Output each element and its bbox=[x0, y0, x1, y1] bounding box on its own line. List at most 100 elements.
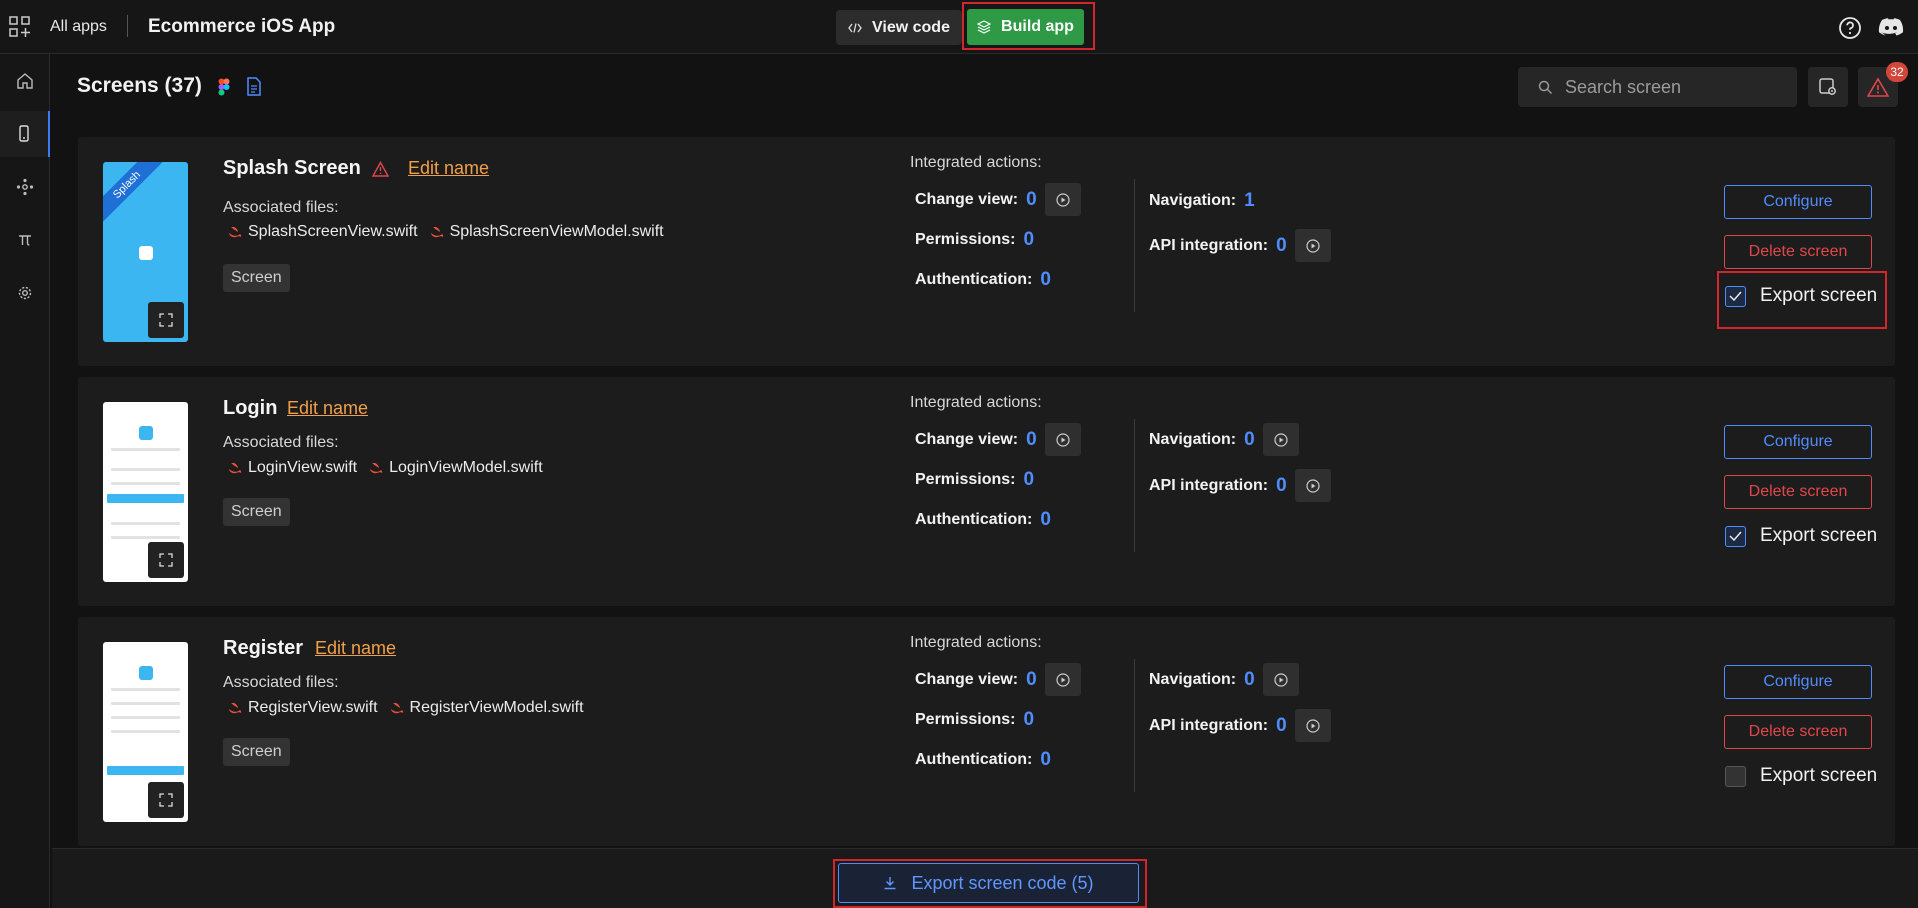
play-icon bbox=[1056, 672, 1070, 687]
file-item[interactable]: RegisterViewModel.swift bbox=[390, 699, 584, 717]
swift-icon bbox=[229, 463, 242, 474]
navigation-count: 0 bbox=[1244, 668, 1255, 690]
configure-button[interactable]: Configure bbox=[1724, 425, 1872, 459]
change-view-label: Change view: bbox=[915, 670, 1019, 688]
placeholder-line bbox=[111, 448, 180, 451]
file-item[interactable]: RegisterView.swift bbox=[228, 699, 378, 717]
view-code-button[interactable]: View code bbox=[836, 10, 962, 45]
app-logo bbox=[139, 666, 153, 680]
change-view-count: 0 bbox=[1026, 188, 1037, 210]
file-list: RegisterView.swift RegisterViewModel.swi… bbox=[228, 699, 584, 717]
associated-files-label: Associated files: bbox=[223, 199, 339, 216]
permissions-count: 0 bbox=[1023, 229, 1035, 250]
navigation-play-button[interactable] bbox=[1262, 663, 1299, 696]
permissions-label: Permissions: bbox=[915, 711, 1016, 728]
authentication-count: 0 bbox=[1040, 509, 1051, 530]
layers-icon bbox=[977, 20, 992, 34]
sidebar-item-components[interactable] bbox=[0, 164, 50, 210]
sidebar-item-pi[interactable] bbox=[0, 217, 50, 263]
expand-button[interactable] bbox=[148, 542, 184, 578]
sidebar bbox=[0, 54, 50, 908]
code-icon bbox=[848, 22, 862, 33]
file-list: LoginView.swift LoginViewModel.swift bbox=[228, 459, 543, 477]
screen-type-tag: Screen bbox=[223, 738, 290, 766]
change-view-label: Change view: bbox=[915, 190, 1019, 208]
change-view-count: 0 bbox=[1026, 668, 1037, 690]
change-view-play-button[interactable] bbox=[1044, 663, 1081, 696]
api-integration-label: API integration: bbox=[1149, 236, 1269, 254]
api-integration-label: API integration: bbox=[1149, 716, 1269, 734]
divider bbox=[127, 15, 128, 37]
settings-icon bbox=[1819, 78, 1836, 95]
swift-icon bbox=[430, 227, 443, 238]
authentication-action: Authentication: 0 bbox=[915, 509, 1051, 531]
sidebar-item-home[interactable] bbox=[0, 58, 50, 104]
app-logo bbox=[139, 246, 153, 260]
screen-thumbnail[interactable] bbox=[103, 402, 188, 582]
expand-button[interactable] bbox=[148, 302, 184, 338]
file-item[interactable]: SplashScreenView.swift bbox=[228, 223, 418, 241]
export-screen-code-button[interactable]: Export screen code (5) bbox=[838, 863, 1139, 903]
configure-button[interactable]: Configure bbox=[1724, 665, 1872, 699]
edit-name-link[interactable]: Edit name bbox=[315, 638, 396, 659]
change-view-action: Change view: 0 bbox=[915, 663, 1081, 696]
check-icon bbox=[1729, 531, 1742, 541]
file-name: LoginViewModel.swift bbox=[389, 459, 543, 476]
export-screen-option[interactable]: Export screen bbox=[1725, 525, 1877, 547]
sidebar-item-settings[interactable] bbox=[0, 270, 50, 316]
delete-screen-button[interactable]: Delete screen bbox=[1724, 475, 1872, 509]
search-input[interactable] bbox=[1565, 76, 1785, 98]
export-checkbox[interactable] bbox=[1725, 525, 1746, 547]
screen-settings-button[interactable] bbox=[1808, 67, 1848, 107]
change-view-play-button[interactable] bbox=[1044, 183, 1081, 216]
file-name: SplashScreenView.swift bbox=[248, 223, 418, 240]
download-icon bbox=[884, 877, 896, 890]
change-view-play-button[interactable] bbox=[1044, 423, 1081, 456]
integrated-actions-label: Integrated actions: bbox=[910, 154, 1042, 171]
screen-type-tag: Screen bbox=[223, 264, 290, 292]
delete-screen-button[interactable]: Delete screen bbox=[1724, 715, 1872, 749]
api-integration-play-button[interactable] bbox=[1294, 709, 1331, 742]
screen-name: Splash Screen bbox=[223, 157, 361, 179]
edit-name-link[interactable]: Edit name bbox=[408, 158, 489, 179]
file-item[interactable]: SplashScreenViewModel.swift bbox=[430, 223, 664, 241]
divider bbox=[1134, 179, 1135, 312]
sidebar-item-screens[interactable] bbox=[0, 111, 50, 157]
all-apps-link[interactable]: All apps bbox=[50, 18, 107, 36]
expand-icon bbox=[159, 313, 173, 327]
screen-type-tag: Screen bbox=[223, 498, 290, 526]
api-integration-label: API integration: bbox=[1149, 476, 1269, 494]
pi-icon bbox=[19, 235, 31, 246]
change-view-count: 0 bbox=[1026, 428, 1037, 450]
api-integration-play-button[interactable] bbox=[1294, 229, 1331, 262]
export-screen-option[interactable]: Export screen bbox=[1725, 765, 1877, 787]
discord-icon[interactable] bbox=[1877, 16, 1905, 40]
api-integration-play-button[interactable] bbox=[1294, 469, 1331, 502]
figma-icon[interactable] bbox=[218, 78, 230, 96]
permissions-action: Permissions: 0 bbox=[915, 229, 1034, 251]
change-view-action: Change view: 0 bbox=[915, 423, 1081, 456]
navigation-play-button[interactable] bbox=[1262, 423, 1299, 456]
swift-icon bbox=[390, 703, 403, 714]
navigation-action: Navigation: 1 bbox=[1149, 190, 1255, 212]
file-item[interactable]: LoginViewModel.swift bbox=[369, 459, 543, 477]
expand-icon bbox=[159, 553, 173, 567]
app-title: Ecommerce iOS App bbox=[148, 16, 336, 37]
configure-button[interactable]: Configure bbox=[1724, 185, 1872, 219]
permissions-label: Permissions: bbox=[915, 231, 1016, 248]
edit-name-link[interactable]: Edit name bbox=[287, 398, 368, 419]
export-checkbox[interactable] bbox=[1725, 765, 1746, 787]
highlight-frame bbox=[1717, 271, 1887, 329]
build-app-button[interactable]: Build app bbox=[967, 9, 1084, 45]
help-icon[interactable] bbox=[1838, 16, 1862, 40]
expand-button[interactable] bbox=[148, 782, 184, 818]
screen-thumbnail[interactable] bbox=[103, 642, 188, 822]
file-item[interactable]: LoginView.swift bbox=[228, 459, 357, 477]
phone-icon bbox=[19, 125, 29, 142]
document-icon[interactable] bbox=[246, 77, 262, 96]
placeholder-line bbox=[111, 522, 180, 525]
delete-screen-button[interactable]: Delete screen bbox=[1724, 235, 1872, 269]
permissions-action: Permissions: 0 bbox=[915, 469, 1034, 491]
screen-thumbnail[interactable]: Splash bbox=[103, 162, 188, 342]
apps-grid-icon[interactable] bbox=[9, 16, 31, 38]
